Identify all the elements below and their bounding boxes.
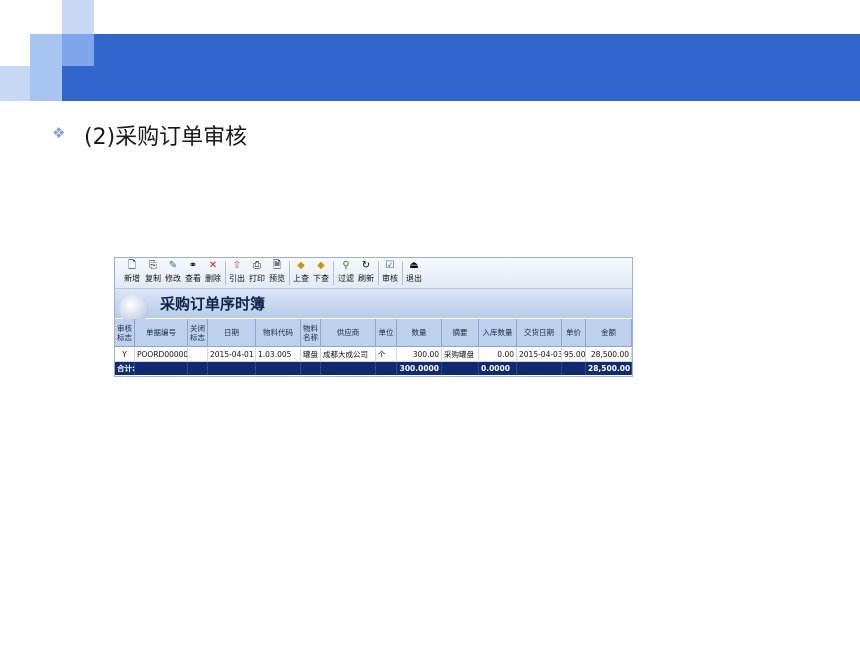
column-header[interactable]: 审核标志 bbox=[115, 319, 135, 347]
totals-in-qty: 0.0000 bbox=[479, 362, 517, 375]
table-cell[interactable]: 300.00 bbox=[397, 348, 442, 362]
toolbar-separator bbox=[333, 261, 334, 285]
exit-button[interactable]: ⏏ 退出 bbox=[404, 259, 424, 287]
binoculars-icon: ⚭ bbox=[188, 260, 198, 271]
export-icon: ⇧ bbox=[232, 260, 242, 271]
column-header[interactable]: 物料代码 bbox=[256, 319, 301, 347]
audit-button[interactable]: ☑ 审核 bbox=[380, 259, 400, 287]
window-title-bar: 采购订单序时簿 bbox=[115, 289, 632, 324]
deco-square bbox=[30, 34, 62, 66]
column-header[interactable]: 关闭标志 bbox=[188, 319, 208, 347]
export-button[interactable]: ⇧ 引出 bbox=[227, 259, 247, 287]
totals-cell bbox=[135, 362, 188, 375]
column-header[interactable]: 供应商 bbox=[321, 319, 376, 347]
totals-cell bbox=[562, 362, 586, 375]
table-cell[interactable]: 0.00 bbox=[479, 348, 517, 362]
delete-icon: ✕ bbox=[208, 260, 218, 271]
down-query-icon: ◆ bbox=[317, 260, 325, 271]
deco-square bbox=[62, 34, 94, 66]
table-cell[interactable]: 罐盘 bbox=[301, 348, 321, 362]
column-header[interactable]: 入库数量 bbox=[479, 319, 517, 347]
table-cell[interactable]: 2015-04-01 bbox=[208, 348, 256, 362]
column-header[interactable]: 数量 bbox=[397, 319, 442, 347]
header-band bbox=[62, 34, 860, 101]
preview-button[interactable]: 🗎 预览 bbox=[267, 259, 287, 287]
column-header[interactable]: 单价 bbox=[562, 319, 586, 347]
table-cell[interactable]: 2015-04-03 bbox=[517, 348, 562, 362]
totals-label: 合计: bbox=[115, 362, 135, 375]
totals-quantity: 300.0000 bbox=[397, 362, 442, 375]
toolbar-separator bbox=[225, 261, 226, 285]
table-cell[interactable]: 成都大成公司 bbox=[321, 348, 376, 362]
table-cell[interactable]: 个 bbox=[376, 348, 397, 362]
table-cell[interactable]: 95.00 bbox=[562, 348, 586, 362]
toolbar-separator bbox=[378, 261, 379, 285]
diamond-bullet-icon: ❖ bbox=[52, 124, 66, 142]
table-cell[interactable]: POORD000001 bbox=[135, 348, 188, 362]
totals-cell bbox=[301, 362, 321, 375]
down-query-button[interactable]: ◆ 下查 bbox=[311, 259, 331, 287]
column-header[interactable]: 摘要 bbox=[442, 319, 479, 347]
audit-icon: ☑ bbox=[385, 260, 395, 271]
delete-button[interactable]: ✕ 删除 bbox=[203, 259, 223, 287]
toolbar-separator bbox=[402, 261, 403, 285]
column-header[interactable]: 物料名称 bbox=[301, 319, 321, 347]
exit-icon: ⏏ bbox=[409, 260, 419, 271]
deco-square bbox=[62, 0, 94, 34]
deco-square bbox=[30, 66, 62, 101]
toolbar: 🗋 新增 ⎘ 复制 ✎ 修改 ⚭ 查看 ✕ 删除 ⇧ 引出 ⎙ 打印 🗎 预览 … bbox=[115, 258, 632, 289]
totals-cell bbox=[188, 362, 208, 375]
slide-heading: (2)采购订单审核 bbox=[84, 125, 248, 150]
totals-cell bbox=[517, 362, 562, 375]
table-cell[interactable]: 1.03.005 bbox=[256, 348, 301, 362]
up-query-icon: ◆ bbox=[297, 260, 305, 271]
deco-square bbox=[0, 66, 30, 101]
column-header[interactable]: 交货日期 bbox=[517, 319, 562, 347]
print-button[interactable]: ⎙ 打印 bbox=[247, 259, 267, 287]
edit-button[interactable]: ✎ 修改 bbox=[163, 259, 183, 287]
printer-icon: ⎙ bbox=[253, 260, 261, 271]
copy-button[interactable]: ⎘ 复制 bbox=[143, 259, 163, 287]
totals-cell bbox=[442, 362, 479, 375]
totals-cell bbox=[208, 362, 256, 375]
totals-cell bbox=[376, 362, 397, 375]
purchase-order-window: 🗋 新增 ⎘ 复制 ✎ 修改 ⚭ 查看 ✕ 删除 ⇧ 引出 ⎙ 打印 🗎 预览 … bbox=[114, 257, 633, 377]
filter-icon: ⚲ bbox=[342, 260, 350, 271]
column-header[interactable]: 单位 bbox=[376, 319, 397, 347]
copy-icon: ⎘ bbox=[149, 260, 157, 271]
new-doc-icon: 🗋 bbox=[127, 260, 137, 271]
table-cell[interactable] bbox=[188, 348, 208, 362]
totals-cell bbox=[256, 362, 301, 375]
column-header[interactable]: 金额 bbox=[586, 319, 632, 347]
totals-amount: 28,500.00 bbox=[586, 362, 632, 375]
totals-cell bbox=[321, 362, 376, 375]
view-button[interactable]: ⚭ 查看 bbox=[183, 259, 203, 287]
table-cell[interactable]: 采购罐盘 bbox=[442, 348, 479, 362]
filter-button[interactable]: ⚲ 过滤 bbox=[336, 259, 356, 287]
table-cell[interactable]: 28,500.00 bbox=[586, 348, 632, 362]
window-title: 采购订单序时簿 bbox=[160, 295, 266, 313]
table-cell[interactable]: Y bbox=[115, 348, 135, 362]
preview-icon: 🗎 bbox=[272, 260, 282, 271]
column-header[interactable]: 日期 bbox=[208, 319, 256, 347]
refresh-button[interactable]: ↻ 刷新 bbox=[356, 259, 376, 287]
new-button[interactable]: 🗋 新增 bbox=[121, 259, 143, 287]
toolbar-separator bbox=[289, 261, 290, 285]
up-query-button[interactable]: ◆ 上查 bbox=[291, 259, 311, 287]
column-header[interactable]: 单据编号 bbox=[135, 319, 188, 347]
refresh-icon: ↻ bbox=[361, 260, 371, 271]
edit-icon: ✎ bbox=[168, 260, 178, 271]
